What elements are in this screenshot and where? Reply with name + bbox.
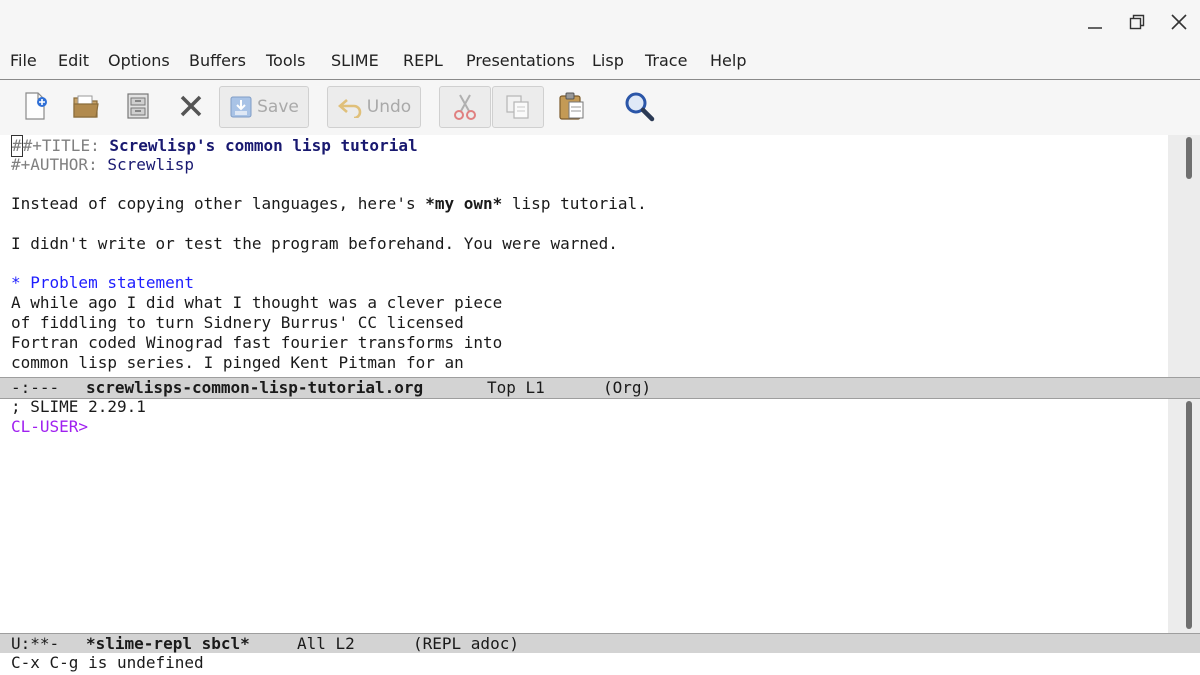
title-line: ##+TITLE: Screwlisp's common lisp tutori… (11, 135, 418, 157)
copy-button[interactable] (492, 86, 544, 128)
menu-buffers[interactable]: Buffers (189, 51, 246, 70)
menu-options[interactable]: Options (108, 51, 170, 70)
text-cursor: # (11, 135, 23, 157)
menu-tools[interactable]: Tools (266, 51, 305, 70)
scissors-icon (454, 94, 476, 120)
org-scrollbar[interactable] (1168, 135, 1200, 377)
intro-text-end: lisp tutorial. (502, 194, 647, 213)
menu-slime[interactable]: SLIME (331, 51, 379, 70)
menu-bar: File Edit Options Buffers Tools SLIME RE… (0, 44, 1200, 80)
clipboard-icon (559, 92, 584, 120)
title-value: Screwlisp's common lisp tutorial (109, 136, 418, 155)
close-icon (1171, 14, 1187, 30)
kill-buffer-button[interactable] (174, 86, 208, 126)
maximize-button[interactable] (1123, 8, 1151, 36)
folder-icon (73, 95, 99, 118)
menu-repl[interactable]: REPL (403, 51, 443, 70)
modeline-state: U:**- (11, 634, 60, 653)
title-keyword: #+TITLE: (22, 136, 110, 155)
org-scrollbar-thumb[interactable] (1186, 137, 1192, 179)
modeline-position: Top L1 (487, 378, 545, 397)
search-icon (625, 92, 655, 122)
menu-presentations[interactable]: Presentations (466, 51, 575, 70)
echo-area[interactable]: C-x C-g is undefined (0, 653, 1200, 675)
repl-mode-line: U:**- *slime-repl sbcl* All L2 (REPL ado… (0, 633, 1200, 655)
search-button[interactable] (620, 86, 658, 126)
cut-button[interactable] (439, 86, 491, 128)
modeline-position: All L2 (297, 634, 355, 653)
repl-scrollbar[interactable] (1168, 399, 1200, 633)
new-file-icon (25, 92, 47, 120)
copy-icon (506, 95, 529, 119)
author-value: Screwlisp (107, 155, 195, 174)
org-buffer[interactable]: ##+TITLE: Screwlisp's common lisp tutori… (0, 135, 1168, 377)
author-line: #+AUTHOR: Screwlisp (11, 155, 194, 175)
minimize-icon (1088, 27, 1102, 29)
tool-bar: Save Undo (0, 80, 1200, 135)
warning-line: I didn't write or test the program befor… (11, 234, 618, 253)
menu-lisp[interactable]: Lisp (592, 51, 624, 70)
repl-scrollbar-thumb[interactable] (1186, 401, 1192, 629)
open-file-button[interactable] (69, 86, 103, 126)
undo-label: Undo (366, 97, 412, 117)
intro-emphasis: *my own* (425, 194, 503, 213)
menu-file[interactable]: File (10, 51, 37, 70)
undo-icon (337, 99, 362, 118)
save-button[interactable]: Save (219, 86, 309, 128)
menu-trace[interactable]: Trace (645, 51, 687, 70)
echo-message: C-x C-g is undefined (11, 653, 204, 672)
body-line: Fortran coded Winograd fast fourier tran… (11, 333, 503, 352)
section-heading: * Problem statement (11, 273, 195, 292)
dired-button[interactable] (121, 86, 155, 126)
body-line: common lisp series. I pinged Kent Pitman… (11, 353, 464, 372)
modeline-buffer-name[interactable]: screwlisps-common-lisp-tutorial.org (86, 378, 423, 398)
intro-text: Instead of copying other languages, here… (11, 194, 426, 213)
modeline-mode[interactable]: (Org) (603, 378, 651, 398)
body-line: of fiddling to turn Sidnery Burrus' CC l… (11, 313, 464, 332)
paste-button[interactable] (553, 86, 589, 126)
save-icon (230, 96, 252, 118)
title-bar (0, 0, 1200, 44)
repl-prompt: CL-USER> (11, 417, 89, 436)
org-mode-line: -:--- screwlisps-common-lisp-tutorial.or… (0, 377, 1200, 399)
minimize-button[interactable] (1081, 8, 1109, 36)
close-x-icon (180, 95, 202, 117)
modeline-state: -:--- (11, 378, 60, 397)
file-cabinet-icon (127, 93, 149, 119)
intro-line: Instead of copying other languages, here… (11, 194, 647, 214)
maximize-icon (1129, 14, 1145, 30)
repl-buffer[interactable]: ; SLIME 2.29.1 CL-USER> (0, 399, 1168, 633)
save-label: Save (257, 97, 299, 117)
undo-button[interactable]: Undo (327, 86, 421, 128)
menu-help[interactable]: Help (710, 51, 746, 70)
close-button[interactable] (1165, 8, 1193, 36)
slime-banner: ; SLIME 2.29.1 (11, 399, 146, 416)
menu-edit[interactable]: Edit (58, 51, 89, 70)
modeline-mode[interactable]: (REPL adoc) (413, 634, 519, 654)
modeline-buffer-name[interactable]: *slime-repl sbcl* (86, 634, 250, 654)
new-file-button[interactable] (18, 86, 52, 126)
body-line: A while ago I did what I thought was a c… (11, 293, 503, 312)
author-keyword: #+AUTHOR: (11, 155, 108, 174)
